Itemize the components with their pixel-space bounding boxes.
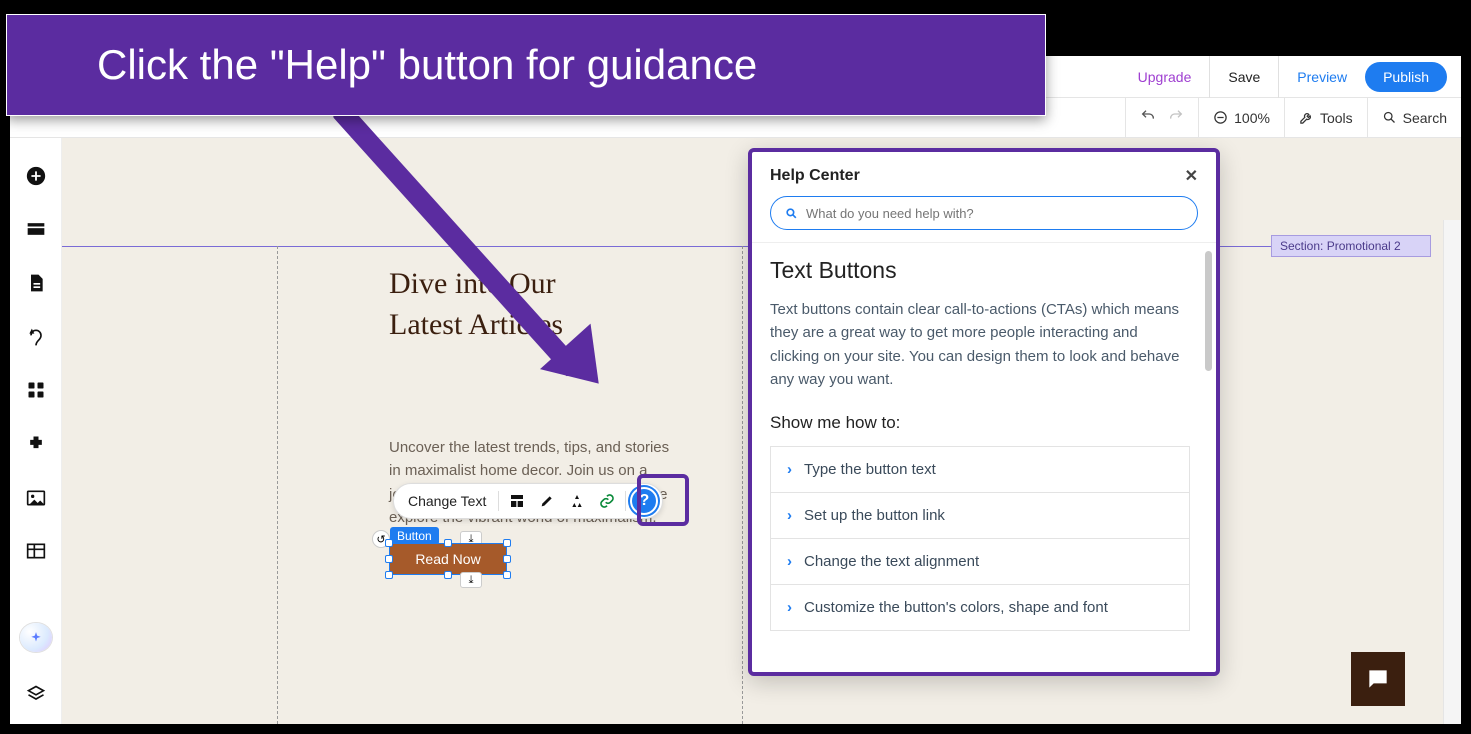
left-sidebar bbox=[10, 138, 62, 724]
media-icon[interactable] bbox=[23, 486, 49, 510]
upgrade-link[interactable]: Upgrade bbox=[1138, 69, 1192, 85]
help-button[interactable]: ? bbox=[630, 487, 658, 515]
publish-button[interactable]: Publish bbox=[1365, 62, 1447, 92]
help-search-input[interactable] bbox=[806, 206, 1183, 221]
element-toolbar: Change Text ? bbox=[393, 483, 663, 519]
search-control[interactable]: Search bbox=[1367, 98, 1461, 137]
canvas-scrollbar[interactable] bbox=[1443, 220, 1461, 724]
zoom-control[interactable]: 100% bbox=[1198, 98, 1284, 137]
layers-icon[interactable] bbox=[23, 682, 49, 706]
search-icon bbox=[785, 207, 798, 220]
design-icon[interactable] bbox=[23, 325, 49, 349]
design-brush-icon[interactable] bbox=[533, 487, 561, 515]
link-icon[interactable] bbox=[593, 487, 621, 515]
resize-handle[interactable] bbox=[385, 571, 393, 579]
ai-assistant-button[interactable] bbox=[20, 623, 52, 652]
column-guide-right bbox=[742, 246, 743, 724]
help-item[interactable]: › Type the button text bbox=[770, 446, 1190, 493]
help-item-label: Change the text alignment bbox=[804, 553, 979, 570]
tools-menu[interactable]: Tools bbox=[1284, 98, 1367, 137]
chat-button[interactable] bbox=[1351, 652, 1405, 706]
help-search[interactable] bbox=[770, 196, 1198, 230]
chevron-right-icon: › bbox=[787, 599, 792, 616]
table-icon[interactable] bbox=[23, 540, 49, 564]
add-button[interactable] bbox=[23, 164, 49, 188]
pages-icon[interactable] bbox=[23, 271, 49, 295]
apps-icon[interactable] bbox=[23, 379, 49, 403]
chevron-right-icon: › bbox=[787, 461, 792, 478]
resize-handle[interactable] bbox=[444, 539, 452, 547]
chevron-right-icon: › bbox=[787, 507, 792, 524]
read-now-label: Read Now bbox=[415, 551, 480, 567]
plugins-icon[interactable] bbox=[23, 432, 49, 456]
resize-handle[interactable] bbox=[444, 571, 452, 579]
preview-link[interactable]: Preview bbox=[1297, 69, 1347, 85]
help-center-header: Help Center ✕ bbox=[752, 152, 1216, 196]
tools-label: Tools bbox=[1320, 110, 1353, 126]
instruction-text: Click the "Help" button for guidance bbox=[97, 41, 757, 89]
editor-canvas[interactable]: Section: Promotional 2 Dive into Our Lat… bbox=[62, 138, 1461, 724]
change-text-button[interactable]: Change Text bbox=[408, 493, 494, 509]
animation-icon[interactable] bbox=[563, 487, 591, 515]
search-label: Search bbox=[1403, 110, 1447, 126]
instruction-banner: Click the "Help" button for guidance bbox=[6, 14, 1046, 116]
redo-button[interactable] bbox=[1168, 108, 1184, 127]
help-item-label: Customize the button's colors, shape and… bbox=[804, 599, 1108, 616]
undo-button[interactable] bbox=[1140, 108, 1156, 127]
help-scrollbar[interactable] bbox=[1205, 251, 1212, 371]
layout-icon[interactable] bbox=[503, 487, 531, 515]
resize-handle[interactable] bbox=[503, 539, 511, 547]
help-howto-heading: Show me how to: bbox=[770, 413, 1190, 433]
help-item-label: Set up the button link bbox=[804, 507, 945, 524]
help-center-panel: Help Center ✕ Text Buttons Text buttons … bbox=[748, 148, 1220, 676]
close-icon[interactable]: ✕ bbox=[1185, 166, 1198, 186]
help-item[interactable]: › Customize the button's colors, shape a… bbox=[770, 584, 1190, 631]
chevron-right-icon: › bbox=[787, 553, 792, 570]
resize-handle[interactable] bbox=[385, 539, 393, 547]
help-center-title: Help Center bbox=[770, 167, 860, 185]
resize-handle[interactable] bbox=[503, 571, 511, 579]
help-article-title: Text Buttons bbox=[770, 257, 1190, 284]
help-item-label: Type the button text bbox=[804, 461, 936, 478]
section-label[interactable]: Section: Promotional 2 bbox=[1271, 235, 1431, 257]
help-center-body: Text Buttons Text buttons contain clear … bbox=[752, 242, 1216, 672]
save-button[interactable]: Save bbox=[1209, 56, 1279, 98]
resize-handle[interactable] bbox=[385, 555, 393, 563]
help-item[interactable]: › Change the text alignment bbox=[770, 538, 1190, 585]
column-guide-left bbox=[277, 246, 278, 724]
help-article-desc: Text buttons contain clear call-to-actio… bbox=[770, 298, 1190, 391]
attach-bottom-icon[interactable]: ⤓ bbox=[460, 572, 482, 588]
undo-redo-group bbox=[1125, 98, 1198, 137]
app-frame: Upgrade Save Preview Publish 100% Tools … bbox=[10, 56, 1461, 724]
resize-handle[interactable] bbox=[503, 555, 511, 563]
sections-icon[interactable] bbox=[23, 218, 49, 242]
zoom-value: 100% bbox=[1234, 110, 1270, 126]
help-item[interactable]: › Set up the button link bbox=[770, 492, 1190, 539]
section-outline bbox=[62, 246, 1431, 247]
section-label-text: Section: Promotional 2 bbox=[1280, 239, 1401, 253]
